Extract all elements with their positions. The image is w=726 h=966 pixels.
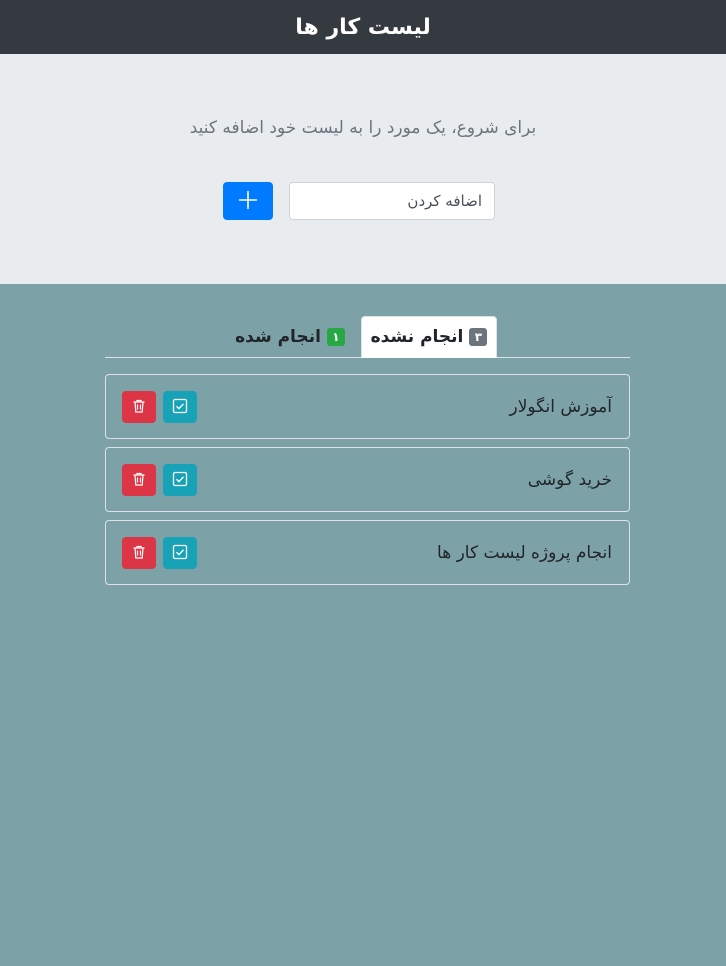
task-item: آموزش انگولار	[105, 374, 630, 439]
hero-prompt: برای شروع، یک مورد را به لیست خود اضافه …	[189, 118, 537, 138]
tab-undone-label: انجام نشده	[370, 327, 464, 347]
task-text: انجام پروژه لیست کار ها	[437, 542, 612, 563]
done-count-badge: ۱	[326, 328, 345, 346]
task-text: آموزش انگولار	[509, 396, 612, 417]
task-item: انجام پروژه لیست کار ها	[105, 520, 630, 585]
tab-done[interactable]: ۱ انجام شده	[235, 316, 345, 358]
mark-done-button[interactable]	[163, 391, 197, 423]
check-square-icon	[172, 398, 188, 417]
mark-done-button[interactable]	[163, 464, 197, 496]
trash-icon	[131, 544, 147, 563]
undone-count-badge: ۳	[469, 328, 488, 346]
check-square-icon	[172, 544, 188, 563]
page-title: لیست کار ها	[295, 14, 431, 40]
tab-done-label: انجام شده	[235, 327, 321, 347]
add-task-input[interactable]	[289, 182, 495, 220]
app-header: لیست کار ها	[0, 0, 726, 54]
delete-button[interactable]	[122, 464, 156, 496]
tab-undone[interactable]: ۳ انجام نشده	[361, 316, 497, 358]
check-square-icon	[172, 471, 188, 490]
plus-icon	[238, 190, 258, 213]
delete-button[interactable]	[122, 391, 156, 423]
task-text: خرید گوشی	[527, 469, 612, 490]
trash-icon	[131, 471, 147, 490]
add-task-button[interactable]	[223, 182, 273, 220]
task-item: خرید گوشی	[105, 447, 630, 512]
add-task-panel: برای شروع، یک مورد را به لیست خود اضافه …	[0, 54, 726, 284]
mark-done-button[interactable]	[163, 537, 197, 569]
delete-button[interactable]	[122, 537, 156, 569]
trash-icon	[131, 398, 147, 417]
task-tabs: ۳ انجام نشده ۱ انجام شده	[105, 316, 630, 358]
